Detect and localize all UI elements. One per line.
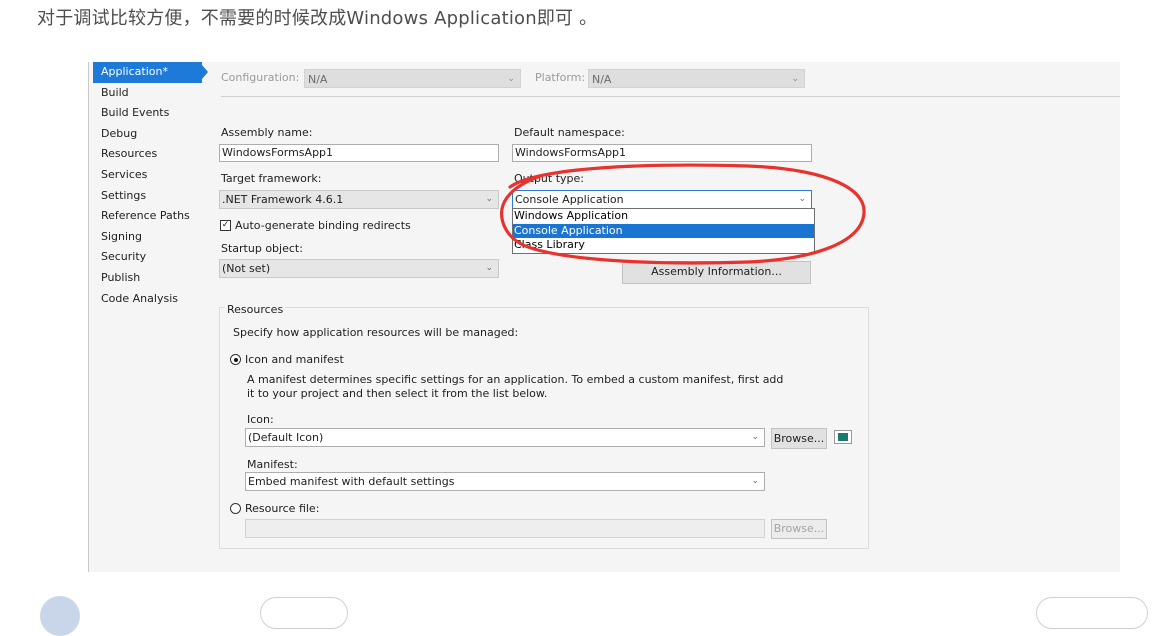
app-icon-preview-icon <box>834 430 852 444</box>
manifest-value: Embed manifest with default settings <box>248 475 455 488</box>
chevron-down-icon: ⌄ <box>751 432 759 442</box>
nav-item-debug[interactable]: Debug <box>93 124 209 145</box>
nav-item-code-analysis[interactable]: Code Analysis <box>93 289 209 310</box>
platform-select: N/A ⌄ <box>588 69 805 88</box>
target-framework-label: Target framework: <box>221 172 322 185</box>
default-namespace-label: Default namespace: <box>514 126 625 139</box>
assembly-information-button[interactable]: Assembly Information... <box>622 261 811 284</box>
resource-file-radio[interactable] <box>230 503 241 514</box>
resources-description: Specify how application resources will b… <box>233 326 519 339</box>
article-caption: 对于调试比较方便，不需要的时候改成Windows Application即可 。 <box>37 8 598 29</box>
platform-value: N/A <box>592 73 612 86</box>
nav-item-signing[interactable]: Signing <box>93 227 209 248</box>
dropdown-option-class-library[interactable]: Class Library <box>513 238 814 253</box>
chevron-down-icon: ⌄ <box>798 194 806 204</box>
assembly-name-label: Assembly name: <box>221 126 313 139</box>
bottom-action-button[interactable] <box>260 597 348 629</box>
default-namespace-input[interactable]: WindowsFormsApp1 <box>512 144 812 162</box>
nav-item-application[interactable]: Application* <box>93 62 208 83</box>
auto-binding-label: Auto-generate binding redirects <box>235 219 411 232</box>
manifest-description-line2: it to your project and then select it fr… <box>247 387 548 400</box>
target-framework-select[interactable]: .NET Framework 4.6.1 ⌄ <box>219 190 499 209</box>
icon-manifest-label: Icon and manifest <box>245 353 344 366</box>
resources-group-title: Resources <box>225 303 286 316</box>
chevron-down-icon: ⌄ <box>751 476 759 486</box>
icon-manifest-radio[interactable] <box>230 354 241 365</box>
startup-object-value: (Not set) <box>222 262 271 275</box>
chevron-down-icon: ⌄ <box>507 74 515 84</box>
screenshot-bottom-margin <box>88 572 1164 603</box>
chevron-down-icon: ⌄ <box>791 74 799 84</box>
auto-binding-checkbox[interactable]: ✓ <box>220 220 231 231</box>
project-properties-screenshot: Application* Build Build Events Debug Re… <box>88 62 1120 572</box>
chevron-down-icon: ⌄ <box>485 194 493 204</box>
bottom-action-button-right[interactable] <box>1036 597 1148 629</box>
output-type-dropdown-list: Windows Application Console Application … <box>512 208 815 254</box>
manifest-label: Manifest: <box>247 458 298 471</box>
startup-object-select[interactable]: (Not set) ⌄ <box>219 259 499 278</box>
properties-nav: Application* Build Build Events Debug Re… <box>93 62 209 309</box>
output-type-select[interactable]: Console Application ⌄ <box>512 190 812 209</box>
nav-item-security[interactable]: Security <box>93 247 209 268</box>
nav-item-settings[interactable]: Settings <box>93 186 209 207</box>
configuration-label: Configuration: <box>221 71 300 84</box>
nav-item-resources[interactable]: Resources <box>93 144 209 165</box>
manifest-select[interactable]: Embed manifest with default settings ⌄ <box>245 472 765 491</box>
startup-object-label: Startup object: <box>221 242 303 255</box>
nav-item-build-events[interactable]: Build Events <box>93 103 209 124</box>
configuration-value: N/A <box>308 73 328 86</box>
nav-item-publish[interactable]: Publish <box>93 268 209 289</box>
configuration-select: N/A ⌄ <box>304 69 521 88</box>
output-type-value: Console Application <box>515 193 624 206</box>
resource-file-label: Resource file: <box>245 502 320 515</box>
icon-select[interactable]: (Default Icon) ⌄ <box>245 428 765 447</box>
author-avatar[interactable] <box>40 596 80 636</box>
dropdown-option-windows-application[interactable]: Windows Application <box>513 209 814 224</box>
nav-item-reference-paths[interactable]: Reference Paths <box>93 206 209 227</box>
chevron-down-icon: ⌄ <box>485 263 493 273</box>
resource-file-input[interactable] <box>245 519 765 538</box>
target-framework-value: .NET Framework 4.6.1 <box>222 193 344 206</box>
platform-label: Platform: <box>535 71 586 84</box>
icon-label: Icon: <box>247 413 274 426</box>
configuration-bar: Configuration: N/A ⌄ Platform: N/A ⌄ <box>221 67 1120 97</box>
manifest-description-line1: A manifest determines specific settings … <box>247 373 784 386</box>
dropdown-option-console-application[interactable]: Console Application <box>513 223 814 238</box>
assembly-name-input[interactable]: WindowsFormsApp1 <box>219 144 499 162</box>
nav-item-build[interactable]: Build <box>93 83 209 104</box>
resource-browse-button[interactable]: Browse... <box>771 519 827 539</box>
icon-value: (Default Icon) <box>248 431 324 444</box>
nav-item-services[interactable]: Services <box>93 165 209 186</box>
output-type-label: Output type: <box>514 172 584 185</box>
icon-browse-button[interactable]: Browse... <box>771 428 827 449</box>
